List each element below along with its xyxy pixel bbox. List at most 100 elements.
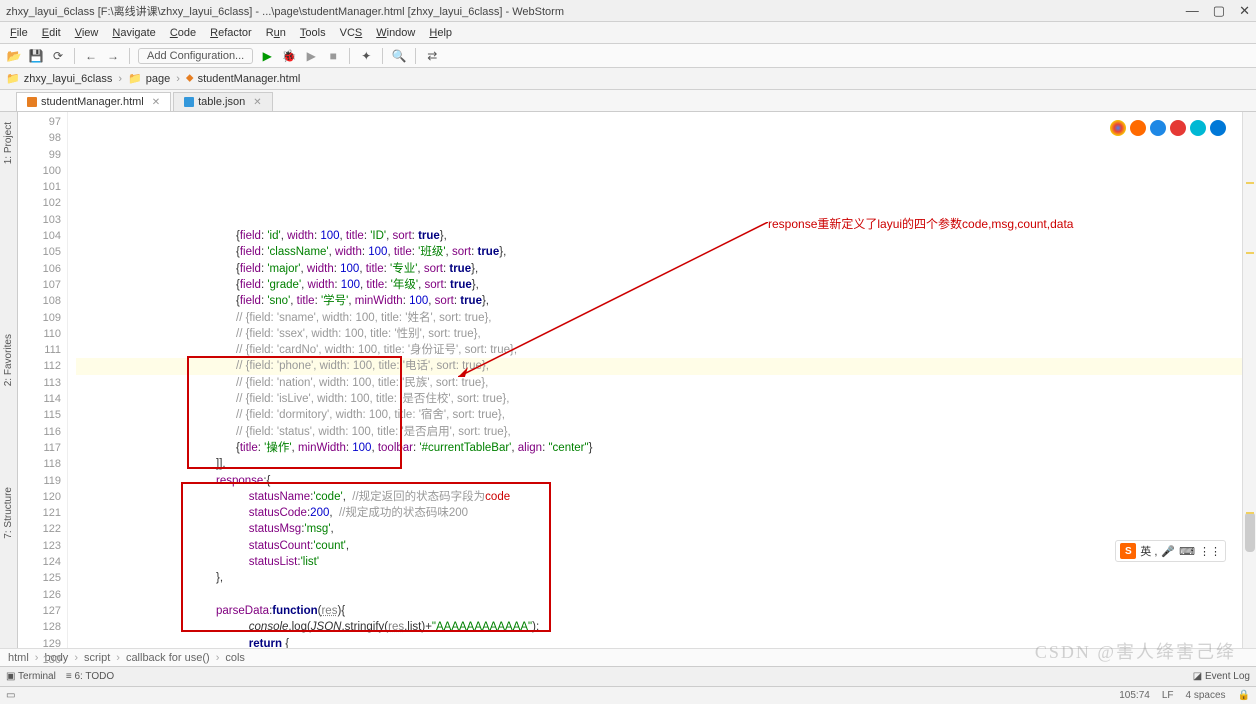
crumb[interactable]: script [84, 652, 110, 664]
stop-icon[interactable]: ■ [325, 48, 341, 64]
menu-vcs[interactable]: VCS [334, 25, 369, 41]
status-indent[interactable]: 4 spaces [1186, 690, 1226, 701]
nav-file[interactable]: studentManager.html [198, 73, 301, 85]
chevron-icon: › [118, 73, 122, 85]
safari-icon[interactable] [1150, 120, 1166, 136]
code-line[interactable]: // {field: 'phone', width: 100, title: '… [76, 358, 1256, 374]
separator [74, 48, 75, 64]
code-line[interactable]: {field: 'grade', width: 100, title: '年级'… [76, 277, 1256, 293]
editor-tabs: studentManager.html ✕ table.json ✕ [0, 90, 1256, 112]
code-breadcrumb: html› body› script› callback for use()› … [0, 648, 1256, 666]
line-number-gutter: 9798991001011021031041051061071081091101… [18, 112, 68, 648]
forward-icon[interactable]: → [105, 48, 121, 64]
code-line[interactable]: // {field: 'cardNo', width: 100, title: … [76, 342, 1256, 358]
tab-tablejson[interactable]: table.json ✕ [173, 92, 272, 111]
coverage-icon[interactable]: ▶ [303, 48, 319, 64]
tool-structure[interactable]: 7: Structure [3, 487, 14, 539]
code-line[interactable]: // {field: 'ssex', width: 100, title: '性… [76, 326, 1256, 342]
code-line[interactable]: statusCode:200, //规定成功的状态码味200 [76, 505, 1256, 521]
code-line[interactable]: // {field: 'dormitory', width: 100, titl… [76, 407, 1256, 423]
status-bar: ▭ 105:74 LF 4 spaces 🔒 [0, 686, 1256, 704]
code-line[interactable]: {field: 'id', width: 100, title: 'ID', s… [76, 228, 1256, 244]
code-line[interactable]: statusMsg:'msg', [76, 521, 1256, 537]
chrome-icon[interactable] [1110, 120, 1126, 136]
separator [129, 48, 130, 64]
bottom-tool-window-bar: ▣ Terminal ≡ 6: TODO ◪ Event Log [0, 666, 1256, 686]
annotation-text: response重新定义了layui的四个参数code,msg,count,da… [768, 216, 1073, 232]
code-line[interactable]: statusList:'list' [76, 554, 1256, 570]
code-line[interactable]: // {field: 'isLive', width: 100, title: … [76, 391, 1256, 407]
status-lock-icon[interactable]: 🔒 [1238, 690, 1250, 701]
tool-project[interactable]: 1: Project [3, 122, 14, 164]
code-line[interactable]: ]], [76, 456, 1256, 472]
ime-keyboard-icon[interactable]: ⌨ [1179, 545, 1195, 558]
ime-menu-icon[interactable]: ⋮⋮ [1199, 545, 1221, 558]
tool-favorites[interactable]: 2: Favorites [3, 334, 14, 386]
code-line[interactable] [76, 587, 1256, 603]
code-line[interactable]: // {field: 'sname', width: 100, title: '… [76, 310, 1256, 326]
code-line[interactable]: statusCount:'count', [76, 538, 1256, 554]
code-line[interactable]: statusName:'code', //规定返回的状态码字段为code [76, 489, 1256, 505]
code-editor[interactable]: response重新定义了layui的四个参数code,msg,count,da… [68, 112, 1256, 648]
separator [382, 48, 383, 64]
save-icon[interactable]: 💾 [28, 48, 44, 64]
terminal-tab[interactable]: ▣ Terminal [6, 671, 56, 682]
firefox-icon[interactable] [1130, 120, 1146, 136]
run-icon[interactable]: ▶ [259, 48, 275, 64]
status-icon[interactable]: ▭ [6, 690, 15, 701]
opera-icon[interactable] [1170, 120, 1186, 136]
close-tab-icon[interactable]: ✕ [152, 97, 160, 108]
minimize-button[interactable]: — [1186, 3, 1199, 19]
ie-icon[interactable] [1190, 120, 1206, 136]
marker [1246, 252, 1254, 254]
menu-code[interactable]: Code [164, 25, 202, 41]
back-icon[interactable]: ← [83, 48, 99, 64]
status-line-ending[interactable]: LF [1162, 690, 1174, 701]
event-log-tab[interactable]: ◪ Event Log [1193, 671, 1250, 682]
ime-widget[interactable]: S 英 , 🎤 ⌨ ⋮⋮ [1115, 540, 1226, 562]
tab-studentmanager[interactable]: studentManager.html ✕ [16, 92, 171, 111]
code-line[interactable]: response:{ [76, 473, 1256, 489]
menu-help[interactable]: Help [423, 25, 458, 41]
code-line[interactable]: {title: '操作', minWidth: 100, toolbar: '#… [76, 440, 1256, 456]
menu-window[interactable]: Window [370, 25, 421, 41]
todo-tab[interactable]: ≡ 6: TODO [66, 671, 114, 682]
code-line[interactable]: {field: 'major', width: 100, title: '专业'… [76, 261, 1256, 277]
code-line[interactable]: // {field: 'nation', width: 100, title: … [76, 375, 1256, 391]
code-line[interactable]: parseData:function(res){ [76, 603, 1256, 619]
menu-tools[interactable]: Tools [294, 25, 332, 41]
tab-label: table.json [198, 96, 245, 108]
refresh-icon[interactable]: ⟳ [50, 48, 66, 64]
code-line[interactable]: console.log(JSON.stringify(res.list)+"AA… [76, 619, 1256, 635]
code-line[interactable]: {field: 'className', width: 100, title: … [76, 244, 1256, 260]
code-line[interactable]: return { [76, 636, 1256, 649]
close-tab-icon[interactable]: ✕ [253, 97, 261, 108]
menu-file[interactable]: File [4, 25, 34, 41]
menu-run[interactable]: Run [260, 25, 292, 41]
search-icon[interactable]: 🔍 [391, 48, 407, 64]
menu-edit[interactable]: Edit [36, 25, 67, 41]
edge-icon[interactable] [1210, 120, 1226, 136]
ime-lang[interactable]: 英 , [1140, 543, 1157, 559]
code-line[interactable]: }, [76, 570, 1256, 586]
nav-project[interactable]: zhxy_layui_6class [24, 73, 113, 85]
maximize-button[interactable]: ▢ [1213, 3, 1225, 19]
close-button[interactable]: ✕ [1239, 3, 1250, 19]
crumb[interactable]: cols [225, 652, 245, 664]
code-line[interactable]: {field: 'sno', title: '学号', minWidth: 10… [76, 293, 1256, 309]
scrollbar-thumb[interactable] [1245, 512, 1255, 552]
open-icon[interactable]: 📂 [6, 48, 22, 64]
menu-view[interactable]: View [69, 25, 105, 41]
run-config-dropdown[interactable]: Add Configuration... [138, 48, 253, 64]
nav-folder[interactable]: page [146, 73, 170, 85]
status-position[interactable]: 105:74 [1119, 690, 1150, 701]
menu-navigate[interactable]: Navigate [106, 25, 161, 41]
code-line[interactable]: // {field: 'status', width: 100, title: … [76, 424, 1256, 440]
ime-mic-icon[interactable]: 🎤 [1161, 545, 1175, 558]
scrollbar[interactable] [1242, 112, 1256, 648]
crumb[interactable]: callback for use() [126, 652, 210, 664]
ai-icon[interactable]: ✦ [358, 48, 374, 64]
menu-refactor[interactable]: Refactor [204, 25, 258, 41]
debug-icon[interactable]: 🐞 [281, 48, 297, 64]
settings-icon[interactable]: ⇄ [424, 48, 440, 64]
